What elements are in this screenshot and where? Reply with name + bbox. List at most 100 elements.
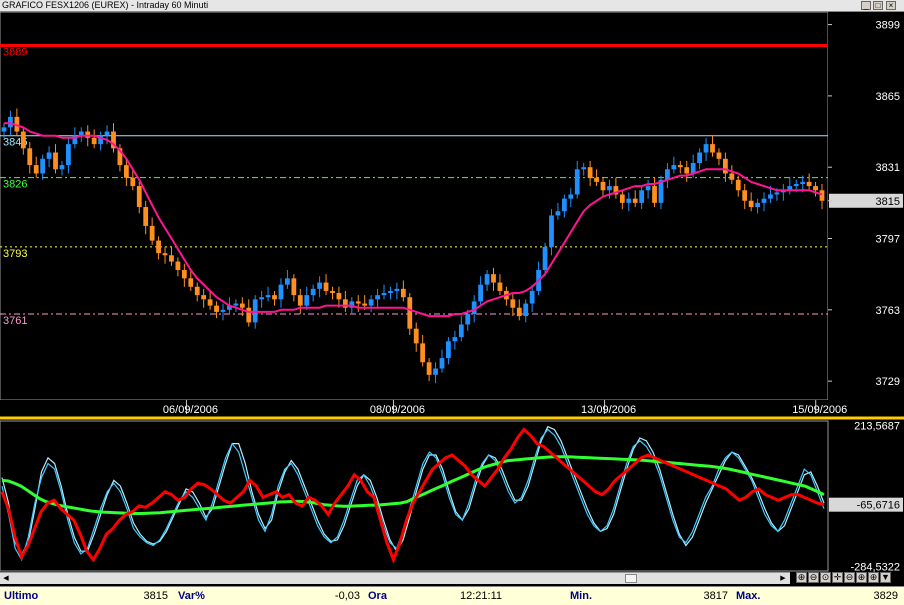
- candle-body: [742, 190, 748, 201]
- candle-body: [20, 131, 26, 149]
- var-value: -0,03: [334, 590, 360, 602]
- candle-body: [568, 194, 574, 199]
- price-tick-label: 3729: [876, 376, 900, 388]
- candle-body: [162, 253, 168, 256]
- minimize-button[interactable]: _: [861, 1, 871, 10]
- candle-body: [130, 177, 136, 187]
- scroll-left-icon[interactable]: ◀: [1, 574, 11, 583]
- time-value: 12:21:11: [459, 590, 502, 602]
- min-label: Min.: [570, 590, 592, 602]
- candle-body: [716, 152, 722, 159]
- price-tick-label: 3763: [876, 305, 900, 317]
- crosshair-icon[interactable]: ✛: [832, 572, 843, 583]
- expand-icon[interactable]: ⊕: [868, 572, 879, 583]
- window-titlebar[interactable]: GRAFICO FESX1206 (EUREX) - Intraday 60 M…: [0, 0, 904, 12]
- candle-body: [259, 297, 265, 300]
- candle-body: [529, 290, 535, 304]
- candle-body: [123, 165, 129, 178]
- oscillator-panel: 213,5687-65,6716-284,5322: [0, 420, 903, 574]
- candle-body: [555, 211, 561, 216]
- candle-body: [510, 299, 516, 308]
- candle-body: [175, 261, 181, 270]
- zoom-fit-icon[interactable]: ⊕: [856, 572, 867, 583]
- zoom-reset-icon[interactable]: ⊖: [844, 572, 855, 583]
- candle-body: [774, 192, 780, 195]
- candle-body: [561, 198, 567, 212]
- candle-body: [40, 158, 46, 174]
- candle-body: [761, 198, 767, 203]
- zoom-in-icon[interactable]: ⊕: [796, 572, 807, 583]
- candle-body: [304, 295, 310, 306]
- candle-body: [220, 309, 226, 312]
- time-label: Ora: [368, 590, 387, 602]
- candle-body: [336, 293, 342, 300]
- candle-body: [587, 167, 593, 178]
- candle-body: [755, 202, 760, 208]
- candle-body: [452, 337, 458, 342]
- candle-body: [645, 186, 651, 191]
- candle-body: [813, 186, 818, 191]
- candle-body: [355, 301, 361, 304]
- scroll-thumb[interactable]: [625, 574, 637, 583]
- candle-body: [426, 362, 432, 375]
- maximize-button[interactable]: □: [873, 1, 883, 10]
- chart-area: 3899386538313815379737633729388938453826…: [0, 11, 904, 574]
- candle-body: [381, 293, 387, 296]
- candle-body: [181, 269, 187, 279]
- candle-body: [478, 284, 484, 302]
- candle-body: [619, 194, 625, 203]
- date-label: 13/09/2006: [581, 404, 636, 416]
- date-axis-bg: [0, 400, 904, 416]
- center-icon[interactable]: ⊙: [820, 572, 831, 583]
- candle-body: [375, 295, 380, 300]
- candle-body: [632, 198, 638, 203]
- candle-body: [272, 295, 277, 300]
- candle-body: [626, 198, 632, 203]
- candle-body: [523, 303, 529, 317]
- candle-body: [207, 299, 213, 306]
- candle-body: [516, 307, 522, 317]
- max-label: Max.: [736, 590, 761, 602]
- last-value: 3815: [143, 590, 168, 602]
- horizontal-scrollbar[interactable]: ◀ ▶: [0, 572, 790, 584]
- price-tick-label: 3831: [876, 162, 900, 174]
- candle-body: [458, 324, 464, 338]
- zoom-out-icon[interactable]: ⊖: [808, 572, 819, 583]
- candle-body: [407, 297, 413, 329]
- candle-body: [420, 343, 426, 363]
- candle-body: [491, 274, 496, 283]
- date-label: 15/09/2006: [792, 404, 847, 416]
- level-label: 3889: [3, 47, 27, 59]
- candle-body: [265, 295, 271, 298]
- last-label: Ultimo: [4, 590, 39, 602]
- candle-body: [400, 288, 406, 298]
- candle-body: [104, 131, 110, 136]
- status-bar: Ultimo 3815 Var% -0,03 Ora 12:21:11 Min.…: [0, 586, 904, 605]
- candle-body: [800, 181, 806, 184]
- candle-body: [297, 295, 303, 306]
- dropdown-icon[interactable]: ▼: [880, 572, 891, 583]
- candle-body: [819, 190, 825, 201]
- candle-body: [549, 215, 554, 247]
- candle-body: [214, 305, 219, 312]
- candle-body: [394, 288, 400, 291]
- candle-body: [85, 131, 91, 138]
- candle-body: [252, 299, 258, 323]
- candle-body: [33, 165, 39, 174]
- candle-body: [677, 165, 683, 168]
- candle-body: [465, 314, 471, 325]
- candle-body: [388, 290, 393, 294]
- candle-body: [188, 278, 194, 287]
- candle-body: [607, 186, 612, 191]
- candle-body: [652, 186, 657, 203]
- candle-body: [246, 307, 252, 323]
- scroll-right-icon[interactable]: ▶: [778, 574, 788, 583]
- close-button[interactable]: ×: [886, 1, 896, 10]
- candle-body: [278, 284, 284, 300]
- var-label: Var%: [178, 590, 205, 602]
- candle-body: [697, 152, 703, 164]
- candle-body: [703, 144, 709, 153]
- candle-body: [368, 299, 374, 306]
- candle-body: [1, 127, 7, 132]
- candle-body: [291, 278, 297, 296]
